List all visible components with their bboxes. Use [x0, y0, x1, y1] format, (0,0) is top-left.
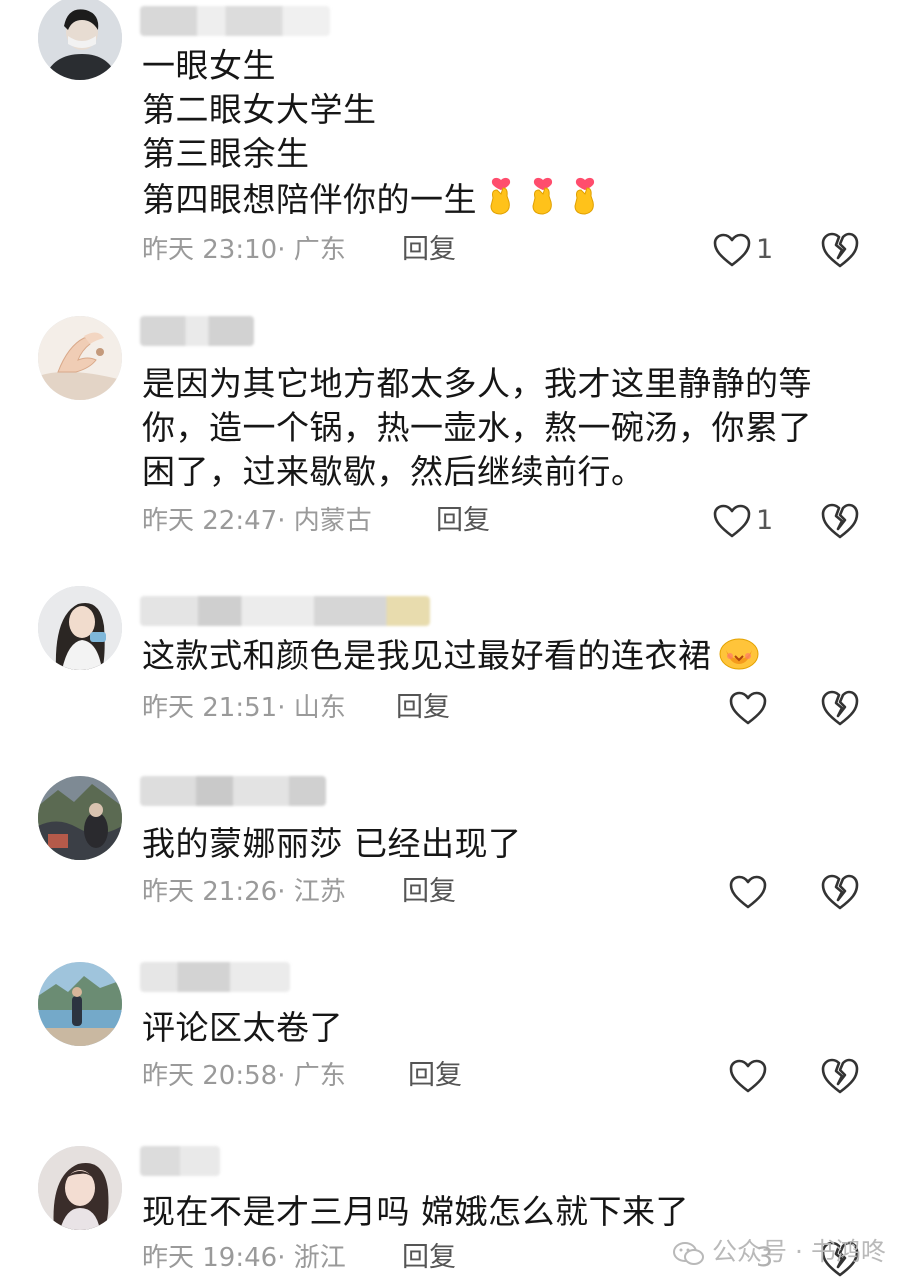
username-blurred: [140, 316, 254, 346]
reply-button[interactable]: 回复: [436, 503, 490, 539]
username-blurred: [140, 6, 330, 36]
comment-text: 评论区太卷了: [142, 1006, 842, 1050]
comment-line: 这款式和颜色是我见过最好看的连衣裙: [142, 636, 712, 675]
broken-heart-icon[interactable]: [820, 689, 860, 727]
comment-time: 昨天 21:51: [142, 693, 278, 723]
comment-meta: 昨天 21:51· 山东: [142, 690, 346, 726]
comment-meta: 昨天 23:10· 广东: [142, 232, 346, 268]
comment-text: 是因为其它地方都太多人，我才这里静静的等 你，造一个锅，热一壶水，熬一碗汤，你累…: [142, 362, 842, 494]
reply-button[interactable]: 回复: [402, 874, 456, 910]
comment-line: 第二眼女大学生: [142, 90, 377, 129]
like-count: 3: [756, 1242, 774, 1273]
comment-time: 昨天 23:10: [142, 235, 278, 265]
comment-time: 昨天 20:58: [142, 1061, 278, 1091]
comment-text: 这款式和颜色是我见过最好看的连衣裙: [142, 634, 842, 681]
comment-location: · 内蒙古: [277, 506, 372, 536]
like-heart-icon[interactable]: [712, 232, 752, 268]
reply-button[interactable]: 回复: [408, 1058, 462, 1094]
avatar[interactable]: [38, 316, 122, 400]
comment-time: 昨天 22:47: [142, 506, 278, 536]
username-blurred: [140, 776, 326, 806]
like-count: 1: [756, 505, 774, 536]
reply-button[interactable]: 回复: [396, 690, 450, 726]
comment-meta: 昨天 20:58· 广东: [142, 1058, 346, 1094]
like-heart-icon[interactable]: [728, 1058, 768, 1094]
username-blurred: [140, 1146, 220, 1176]
watermark-text: 公众号 · 书鸿咚: [712, 1237, 886, 1266]
comment-line: 第四眼想陪伴你的一生: [142, 180, 477, 219]
broken-heart-icon[interactable]: [820, 502, 860, 540]
broken-heart-icon[interactable]: [820, 873, 860, 911]
comment-meta: 昨天 19:46· 浙江: [142, 1240, 346, 1276]
comment-line: 你，造一个锅，热一壶水，熬一碗汤，你累了: [142, 408, 812, 447]
broken-heart-icon[interactable]: [820, 231, 860, 269]
comment-line: 评论区太卷了: [142, 1008, 343, 1047]
like-count: 1: [756, 234, 774, 265]
comment-time: 昨天 21:26: [142, 877, 278, 907]
comment-meta: 昨天 22:47· 内蒙古: [142, 503, 372, 539]
like-heart-icon[interactable]: [712, 503, 752, 539]
watermark: 公众号 · 书鸿咚: [712, 1234, 886, 1270]
comment-location: · 广东: [277, 1061, 346, 1091]
comment-time: 昨天 19:46: [142, 1243, 278, 1273]
comment-location: · 广东: [277, 235, 346, 265]
comment-text: 我的蒙娜丽莎 已经出现了: [142, 822, 842, 866]
finger-heart-emoji-icon: [567, 176, 603, 227]
avatar[interactable]: [38, 962, 122, 1046]
wechat-icon: [673, 1242, 704, 1265]
comment-line: 困了，过来歇歇，然后继续前行。: [142, 452, 645, 491]
reply-button[interactable]: 回复: [402, 232, 456, 268]
finger-heart-emoji-icon: [525, 176, 561, 227]
shy-face-emoji-icon: [718, 634, 760, 681]
comment-meta: 昨天 21:26· 江苏: [142, 874, 346, 910]
comment-text: 一眼女生 第二眼女大学生 第三眼余生 第四眼想陪伴你的一生: [142, 44, 842, 227]
comment-text: 现在不是才三月吗 嫦娥怎么就下来了: [142, 1190, 842, 1234]
like-heart-icon[interactable]: [728, 874, 768, 910]
like-heart-icon[interactable]: [728, 690, 768, 726]
comment-line: 是因为其它地方都太多人，我才这里静静的等: [142, 364, 812, 403]
avatar[interactable]: [38, 776, 122, 860]
avatar[interactable]: [38, 0, 122, 80]
comment-line: 现在不是才三月吗 嫦娥怎么就下来了: [142, 1192, 689, 1231]
finger-heart-emoji-icon: [483, 176, 519, 227]
comment-location: · 山东: [277, 693, 346, 723]
username-blurred: [140, 596, 430, 626]
comment-location: · 浙江: [277, 1243, 346, 1273]
reply-button[interactable]: 回复: [402, 1240, 456, 1276]
comment-line: 一眼女生: [142, 46, 276, 85]
comment-location: · 江苏: [277, 877, 346, 907]
avatar[interactable]: [38, 1146, 122, 1230]
comment-line: 第三眼余生: [142, 134, 310, 173]
broken-heart-icon[interactable]: [820, 1057, 860, 1095]
comment-line: 我的蒙娜丽莎 已经出现了: [142, 824, 522, 863]
avatar[interactable]: [38, 586, 122, 670]
username-blurred: [140, 962, 290, 992]
